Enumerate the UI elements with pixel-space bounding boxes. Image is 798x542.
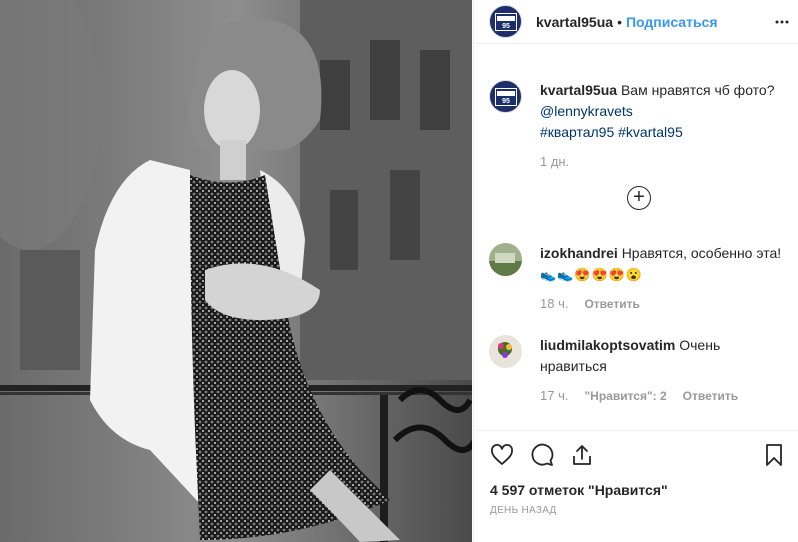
comment-likes-button[interactable]: "Нравится": 2 — [584, 389, 666, 403]
commenter-username[interactable]: izokhandrei — [540, 245, 618, 261]
comment-meta: 18 ч. Ответить — [540, 296, 788, 311]
hashtag-link[interactable]: #квартал95 — [540, 124, 614, 140]
separator-dot: • — [617, 13, 622, 30]
caption-avatar[interactable]: 95 — [489, 80, 522, 113]
post-photo[interactable] — [0, 0, 472, 542]
share-icon — [573, 445, 591, 465]
mention-link[interactable]: @lennykravets — [540, 103, 633, 119]
photo-bw-woman-balcony — [0, 0, 472, 542]
comment-text: liudmilakoptsovatim Очень нравиться — [540, 335, 788, 377]
commenter-avatar[interactable] — [489, 243, 522, 276]
like-button[interactable] — [486, 439, 518, 471]
comment-emoji: 👟👟😍😍😍😮 — [540, 267, 644, 282]
post-actions: 4 597 отметок "Нравится" день назад — [474, 430, 798, 542]
share-button[interactable] — [566, 439, 598, 471]
follow-button[interactable]: Подписаться — [626, 14, 718, 30]
svg-text:95: 95 — [502, 23, 510, 30]
load-more-comments-button[interactable]: + — [627, 186, 651, 210]
action-icons — [486, 431, 782, 479]
comment-icon — [531, 443, 554, 466]
bookmark-icon — [766, 444, 782, 466]
comment-button[interactable] — [526, 439, 558, 471]
post-caption: 95 kvartal95ua Вам нравятся чб фото? @le… — [489, 80, 783, 169]
comment-text: izokhandrei Нравятся, особенно эта! 👟👟😍😍… — [540, 243, 788, 285]
comment-body: Нравятся, особенно эта! — [621, 245, 782, 261]
commenter-avatar[interactable] — [489, 335, 522, 368]
more-horizontal-icon[interactable] — [774, 14, 790, 30]
post-date[interactable]: день назад — [490, 505, 782, 516]
avatar-landscape-image — [489, 243, 522, 276]
instagram-post-modal: 95 kvartal95ua • Подписаться 95 kvartal9… — [0, 0, 798, 542]
author-username[interactable]: kvartal95ua — [536, 14, 613, 30]
save-button[interactable] — [758, 439, 790, 471]
comment-time[interactable]: 17 ч. — [540, 388, 568, 403]
kvartal95-logo-icon: 95 — [494, 87, 517, 106]
kvartal95-logo-icon: 95 — [494, 12, 517, 31]
svg-text:95: 95 — [502, 98, 510, 105]
caption-time[interactable]: 1 дн. — [540, 154, 783, 169]
likes-count[interactable]: 4 597 отметок "Нравится" — [490, 481, 782, 499]
author-avatar[interactable]: 95 — [489, 5, 522, 38]
hashtag-link[interactable]: #kvartal95 — [618, 124, 683, 140]
caption-body: Вам нравятся чб фото? — [620, 82, 775, 98]
post-panel: 95 kvartal95ua • Подписаться 95 kvartal9… — [473, 0, 798, 542]
post-header: 95 kvartal95ua • Подписаться — [474, 0, 798, 44]
comment-item: liudmilakoptsovatim Очень нравиться 17 ч… — [489, 335, 788, 403]
comment-item: izokhandrei Нравятся, особенно эта! 👟👟😍😍… — [489, 243, 788, 311]
comment-meta: 17 ч. "Нравится": 2 Ответить — [540, 388, 788, 403]
commenter-username[interactable]: liudmilakoptsovatim — [540, 337, 675, 353]
comments-list[interactable]: 95 kvartal95ua Вам нравятся чб фото? @le… — [474, 44, 798, 430]
avatar-flowers-image — [489, 335, 522, 368]
reply-button[interactable]: Ответить — [584, 297, 639, 311]
comment-time[interactable]: 18 ч. — [540, 296, 568, 311]
caption-username[interactable]: kvartal95ua — [540, 82, 617, 98]
plus-circle-icon: + — [633, 186, 645, 208]
reply-button[interactable]: Ответить — [683, 389, 738, 403]
heart-icon — [491, 444, 513, 465]
caption-text: kvartal95ua Вам нравятся чб фото? @lenny… — [540, 80, 783, 143]
